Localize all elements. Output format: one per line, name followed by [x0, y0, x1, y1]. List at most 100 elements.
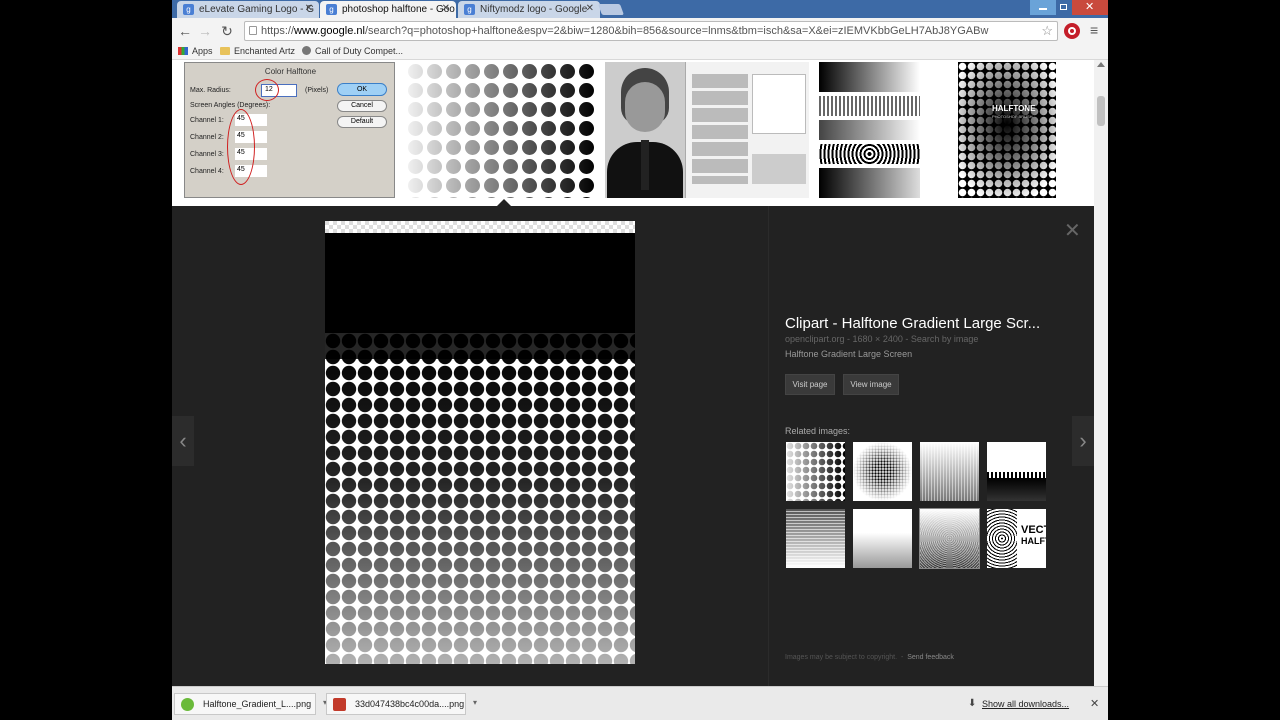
close-icon: ✕: [1064, 220, 1081, 242]
tab-photoshop-halftone[interactable]: g photoshop halftone - Goo ✕: [320, 1, 456, 18]
related-image-3[interactable]: [920, 442, 979, 501]
url-scheme: https://: [261, 25, 295, 37]
menu-icon[interactable]: ≡: [1090, 23, 1098, 37]
extension-icon[interactable]: [1064, 23, 1080, 39]
download-item-2[interactable]: 33d047438bc4c00da....png ▾: [326, 693, 477, 715]
related-image-4[interactable]: [987, 442, 1046, 501]
bookmark-apps[interactable]: Apps: [178, 46, 213, 56]
close-window-button[interactable]: ✕: [1072, 0, 1108, 15]
tab-elevate[interactable]: g eLevate Gaming Logo - G ✕: [177, 1, 319, 18]
preview-image[interactable]: [325, 221, 635, 664]
close-icon: ✕: [1085, 1, 1095, 13]
forward-button[interactable]: →: [196, 22, 214, 40]
annotation-circle: [255, 79, 279, 101]
chevron-down-icon[interactable]: ▾: [473, 698, 477, 707]
thumbnail-halftone-patterns[interactable]: [819, 62, 920, 198]
image-results: Color Halftone Max. Radius: 12 (Pixels) …: [172, 60, 1108, 686]
thumb-halftone-title: HALFTONE: [992, 104, 1036, 113]
maximize-button[interactable]: [1056, 0, 1072, 15]
bookmarks-bar: Apps Enchanted Artz Call of Duty Compet.…: [172, 44, 1108, 60]
bookmark-call-of-duty[interactable]: Call of Duty Compet...: [302, 46, 403, 56]
file-icon: [181, 698, 194, 711]
send-feedback-link[interactable]: Send feedback: [907, 654, 954, 661]
thumbnail-color-halftone-dialog[interactable]: Color Halftone Max. Radius: 12 (Pixels) …: [184, 62, 395, 198]
close-tab-icon[interactable]: ✕: [442, 3, 450, 14]
thumb-halftone-subtitle: PHOTOSHOP BRUSH: [992, 114, 1033, 119]
related-image-8[interactable]: VECT HALFT: [987, 509, 1046, 568]
close-tab-icon[interactable]: ✕: [305, 3, 313, 14]
bookmark-enchanted-artz[interactable]: Enchanted Artz: [220, 46, 295, 56]
downloads-bar: Halftone_Gradient_L....png ▾ 33d047438bc…: [172, 686, 1108, 720]
show-all-downloads-link[interactable]: Show all downloads...: [982, 699, 1069, 709]
image-meta: openclipart.org - 1680 × 2400 - Search b…: [785, 334, 979, 344]
minimize-button[interactable]: [1030, 0, 1056, 15]
thumbnail-halftone-brush[interactable]: HALFTONE PHOTOSHOP BRUSH: [958, 62, 1056, 198]
copyright-notice: Images may be subject to copyright.: [785, 654, 898, 661]
chevron-right-icon: ›: [1079, 428, 1087, 453]
tab-label: photoshop halftone - Goo: [342, 4, 455, 15]
apps-icon: [178, 47, 188, 55]
scrollbar-thumb[interactable]: [1097, 96, 1105, 126]
ok-button[interactable]: OK: [337, 83, 387, 96]
close-downloads-bar-button[interactable]: ✕: [1090, 697, 1099, 710]
default-button[interactable]: Default: [337, 116, 387, 128]
tab-label: eLevate Gaming Logo - G: [199, 4, 315, 15]
halftone-brush-image: [958, 62, 1056, 198]
scroll-up-icon[interactable]: [1097, 62, 1105, 67]
cancel-button[interactable]: Cancel: [337, 100, 387, 112]
close-viewer-button[interactable]: ✕: [1064, 218, 1081, 243]
download-item-1[interactable]: Halftone_Gradient_L....png ▾: [174, 693, 327, 715]
bookmark-star-icon[interactable]: ☆: [1041, 23, 1053, 39]
image-description: Halftone Gradient Large Screen: [785, 349, 913, 359]
lock-icon: [249, 26, 257, 35]
browser-window: g eLevate Gaming Logo - G ✕ g photoshop …: [172, 0, 1108, 720]
visit-page-button[interactable]: Visit page: [785, 374, 835, 395]
reload-icon: ↻: [221, 23, 233, 39]
image-info-panel: Clipart - Halftone Gradient Large Scr...…: [768, 206, 1094, 686]
page-scrollbar[interactable]: [1094, 60, 1108, 686]
next-image-button[interactable]: ›: [1072, 416, 1094, 466]
url-host: www.google.nl: [294, 25, 365, 37]
arrow-right-icon: →: [198, 23, 212, 39]
portrait-image: [605, 62, 685, 198]
tab-niftymodz[interactable]: g Niftymodz logo - Google ✕: [458, 1, 600, 18]
google-favicon-icon: g: [464, 4, 475, 15]
thumbnail-halftone-portrait[interactable]: [605, 62, 809, 198]
close-tab-icon[interactable]: ✕: [586, 3, 594, 14]
google-favicon-icon: g: [326, 4, 337, 15]
minimize-icon: [1039, 8, 1047, 10]
reload-button[interactable]: ↻: [218, 22, 236, 40]
tab-label: Niftymodz logo - Google: [480, 4, 588, 15]
arrow-left-icon: ←: [178, 23, 192, 39]
new-tab-button[interactable]: [597, 4, 625, 15]
filter-panel-image: [685, 62, 809, 198]
url-path: /search?q=photoshop+halftone&espv=2&biw=…: [364, 25, 989, 37]
related-image-5[interactable]: [786, 509, 845, 568]
copyright-footer: Images may be subject to copyright. - Se…: [785, 654, 954, 661]
view-image-button[interactable]: View image: [843, 374, 899, 395]
site-favicon-icon: [302, 46, 311, 55]
halftone-gradient-image: [325, 221, 635, 664]
maximize-icon: [1060, 4, 1067, 10]
related-image-7[interactable]: [919, 508, 980, 569]
back-button[interactable]: ←: [176, 22, 194, 40]
file-icon: [333, 698, 346, 711]
annotation-ellipse: [227, 109, 255, 185]
browser-toolbar: ← → ↻ https://www.google.nl/search?q=pho…: [172, 18, 1108, 44]
address-bar[interactable]: https://www.google.nl/search?q=photoshop…: [244, 21, 1058, 41]
folder-icon: [220, 47, 230, 55]
chevron-left-icon: ‹: [179, 428, 187, 453]
previous-image-button[interactable]: ‹: [172, 416, 194, 466]
image-preview-panel: ‹ Clipart - Halftone Gradient Large Scr.…: [172, 206, 1094, 686]
close-icon: ✕: [1090, 698, 1100, 710]
halftone-dots-image: [406, 62, 596, 198]
related-images-label: Related images:: [785, 426, 851, 436]
image-title[interactable]: Clipart - Halftone Gradient Large Scr...: [785, 315, 1040, 332]
related-image-2[interactable]: [853, 442, 912, 501]
related-image-1[interactable]: [786, 442, 845, 501]
google-favicon-icon: g: [183, 4, 194, 15]
tab-strip: g eLevate Gaming Logo - G ✕ g photoshop …: [172, 0, 1108, 18]
download-arrow-icon: ⬇: [968, 698, 977, 709]
thumbnail-halftone-dots[interactable]: [406, 62, 596, 198]
related-image-6[interactable]: [853, 509, 912, 568]
